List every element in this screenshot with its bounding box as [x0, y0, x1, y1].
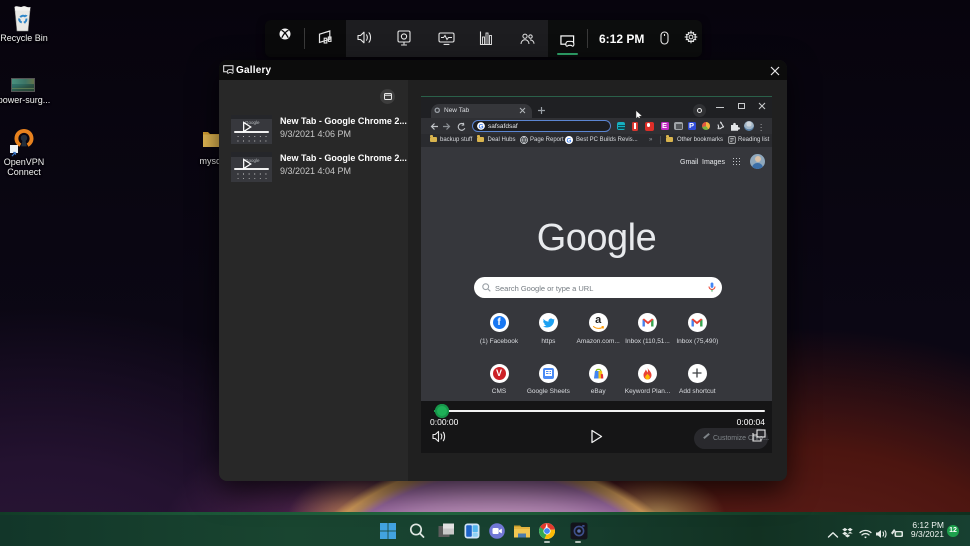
svg-text:G: G: [566, 137, 571, 144]
svg-text:G: G: [478, 123, 483, 130]
